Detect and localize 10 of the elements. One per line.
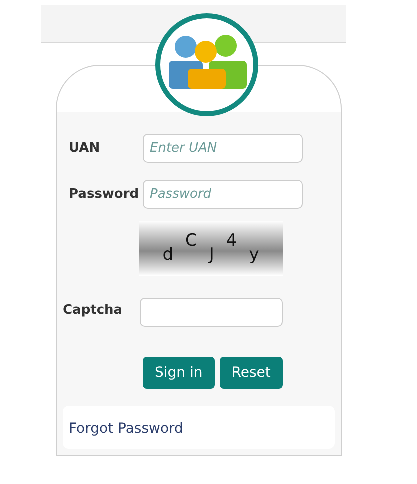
forgot-password-link[interactable]: Forgot Password [69,421,184,437]
field-label: UAN [68,141,102,156]
input-field[interactable]: Enter UAN [143,134,303,163]
field-label: Password [68,187,140,202]
captcha-field[interactable] [140,298,283,327]
captcha-image: dCJ4y [139,221,283,276]
input-field[interactable]: Password [143,180,303,209]
field-label: Captcha [63,302,124,318]
sign-in-button[interactable]: Sign in [143,357,215,389]
reset-button[interactable]: Reset [220,357,283,389]
